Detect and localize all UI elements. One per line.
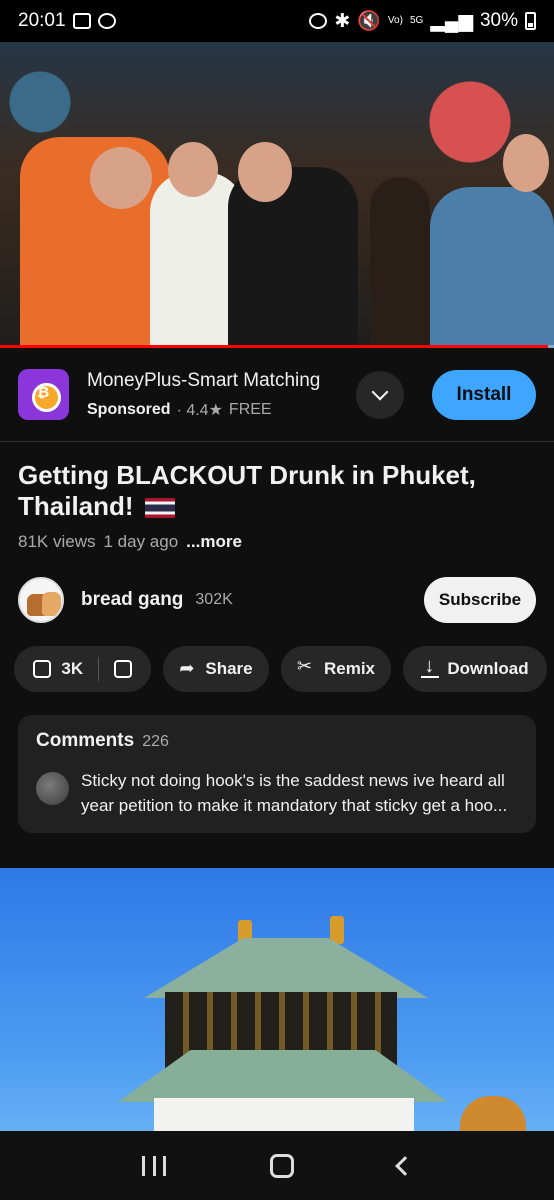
castle-roof: [144, 938, 428, 998]
share-label: Share: [205, 659, 253, 678]
status-time: 20:01: [18, 10, 66, 31]
status-bar: 20:01 ✱ 🔇 Vo) 5G ▂▄▆ 30%: [0, 0, 554, 42]
recent-apps-icon: [152, 1155, 156, 1176]
ad-meta: Sponsored · 4.4★ FREE: [87, 400, 356, 420]
ad-sponsored-label: Sponsored: [87, 400, 171, 418]
recent-apps-icon: [142, 1155, 145, 1176]
recent-apps-button[interactable]: [142, 1155, 166, 1176]
action-bar: 3K Share Remix Download: [14, 646, 554, 692]
description-more-link[interactable]: ...more: [186, 532, 242, 552]
remix-icon: [297, 656, 316, 678]
thumb-down-icon[interactable]: [113, 660, 132, 678]
video-meta[interactable]: 81K views 1 day ago ...more: [18, 532, 242, 552]
remix-button[interactable]: Remix: [281, 646, 391, 692]
video-head: [168, 142, 218, 197]
status-left: 20:01: [18, 10, 116, 32]
ad-text: MoneyPlus-Smart Matching Sponsored · 4.4…: [87, 370, 356, 420]
video-head: [90, 147, 152, 209]
thumb-up-icon: [33, 660, 52, 678]
back-button[interactable]: [395, 1155, 415, 1176]
chevron-down-icon: [371, 383, 389, 400]
download-icon: [421, 655, 440, 679]
status-right: ✱ 🔇 Vo) 5G ▂▄▆ 30%: [309, 9, 536, 33]
subscribe-button[interactable]: Subscribe: [424, 577, 536, 623]
like-divider: [97, 657, 99, 681]
battery-icon: [525, 12, 536, 30]
next-video-thumbnail[interactable]: [0, 868, 554, 1131]
video-head: [503, 134, 549, 192]
install-button[interactable]: Install: [432, 369, 536, 420]
video-person: [430, 187, 554, 348]
top-comment[interactable]: Sticky not doing hook's is the saddest n…: [36, 768, 518, 818]
ad-title: MoneyPlus-Smart Matching: [87, 369, 321, 391]
comments-panel[interactable]: Comments 226 Sticky not doing hook's is …: [18, 715, 536, 833]
share-icon: [179, 658, 197, 679]
whatsapp-icon: [97, 13, 116, 29]
like-dislike-pill: 3K: [14, 646, 151, 692]
comment-text: Sticky not doing hook's is the saddest n…: [81, 771, 508, 815]
comments-header: Comments 226: [36, 730, 518, 752]
video-head: [238, 142, 292, 202]
channel-avatar[interactable]: [18, 577, 64, 623]
ad-expand-button[interactable]: [356, 370, 404, 419]
sponsored-ad[interactable]: MoneyPlus-Smart Matching Sponsored · 4.4…: [0, 348, 554, 442]
alarm-icon: [309, 13, 328, 29]
download-label: Download: [447, 659, 529, 678]
like-count: 3K: [61, 659, 84, 678]
upload-age: 1 day ago: [103, 532, 179, 551]
ad-app-logo: [18, 369, 69, 420]
castle-ornament: [330, 916, 344, 944]
video-title: Getting BLACKOUT Drunk in Phuket, Thaila…: [18, 460, 538, 522]
signal-icon: ▂▄▆: [430, 10, 473, 32]
tree-foliage: [460, 1096, 526, 1131]
video-title-text: Getting BLACKOUT Drunk in Phuket, Thaila…: [18, 460, 476, 521]
ad-price: FREE: [228, 400, 272, 418]
gallery-icon: [72, 13, 91, 29]
view-count: 81K views: [18, 532, 96, 551]
battery-percent: 30%: [479, 10, 518, 31]
video-person: [370, 177, 430, 348]
network-label: 5G: [409, 15, 424, 26]
download-button[interactable]: Download: [403, 646, 547, 692]
bluetooth-icon: ✱: [334, 10, 351, 32]
recent-apps-icon: [163, 1155, 166, 1176]
volte-label: Vo): [387, 15, 403, 26]
castle-wall: [154, 1098, 414, 1131]
subscriber-count: 302K: [195, 591, 233, 608]
home-button[interactable]: [270, 1153, 294, 1178]
comments-heading: Comments: [36, 730, 135, 751]
remix-label: Remix: [323, 659, 375, 678]
channel-name[interactable]: bread gang: [81, 589, 183, 611]
thailand-flag-icon: [144, 498, 175, 519]
mute-icon: 🔇: [357, 11, 381, 32]
ad-rating: · 4.4★: [176, 401, 223, 419]
comments-count: 226: [142, 733, 169, 750]
share-button[interactable]: Share: [163, 646, 269, 692]
comment-avatar: [36, 772, 69, 805]
like-button[interactable]: 3K: [33, 659, 83, 679]
channel-row[interactable]: bread gang 302K Subscribe: [18, 575, 536, 625]
system-navigation-bar: [0, 1131, 554, 1200]
video-player[interactable]: [0, 42, 554, 348]
